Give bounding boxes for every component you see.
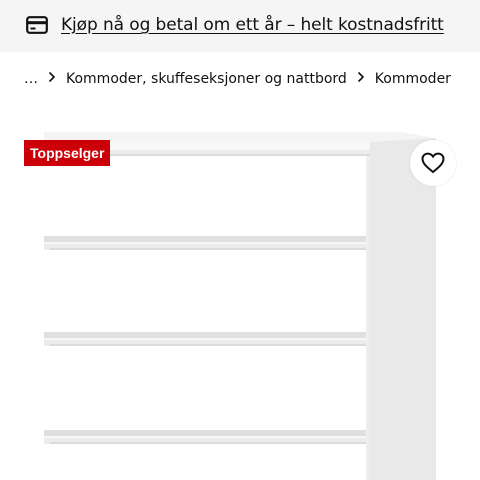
product-image[interactable]	[0, 112, 480, 480]
chevron-right-icon	[42, 71, 62, 87]
breadcrumb-item-current[interactable]: Kommoder	[375, 71, 451, 87]
promo-link[interactable]: Kjøp nå og betal om ett år – helt kostna…	[61, 14, 444, 36]
dresser-image	[44, 132, 436, 480]
favorite-button[interactable]	[410, 140, 456, 186]
credit-card-icon	[26, 16, 48, 34]
chevron-right-icon	[351, 71, 371, 87]
breadcrumb-item-category[interactable]: Kommoder, skuffeseksjoner og nattbord	[66, 71, 347, 87]
bestseller-badge: Toppselger	[24, 140, 111, 166]
heart-outline-icon	[421, 152, 445, 174]
promo-bar[interactable]: Kjøp nå og betal om ett år – helt kostna…	[0, 0, 480, 52]
breadcrumb-ellipsis[interactable]: …	[24, 71, 38, 87]
breadcrumb: … Kommoder, skuffeseksjoner og nattbord …	[24, 68, 451, 90]
